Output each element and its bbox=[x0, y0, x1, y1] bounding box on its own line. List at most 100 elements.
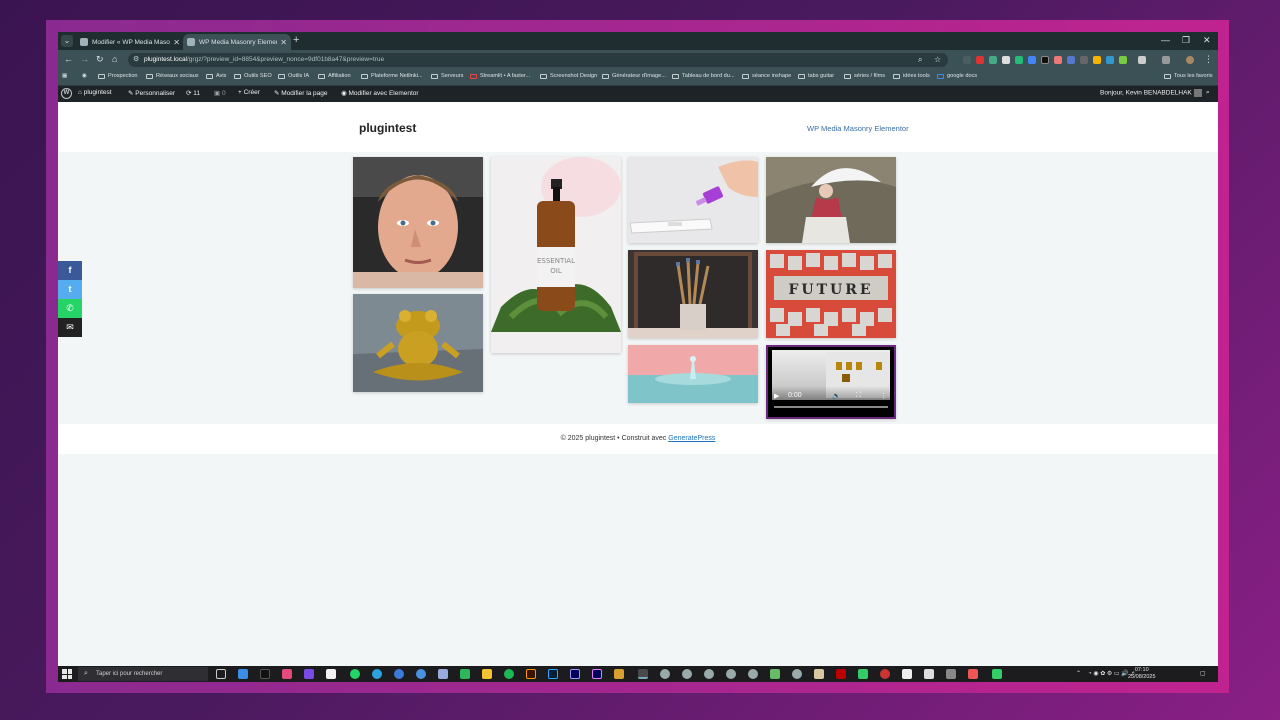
side-panel-icon[interactable] bbox=[1162, 56, 1170, 64]
illustrator-icon[interactable] bbox=[526, 669, 536, 679]
bookmark-link[interactable]: Tableau de bord du... bbox=[672, 73, 735, 79]
address-bar[interactable]: ⚙ plugintest.local/grgz/?preview_id=8854… bbox=[128, 53, 948, 67]
all-favorites-folder[interactable]: Tous les favoris bbox=[1164, 73, 1213, 79]
telegram-icon[interactable] bbox=[372, 669, 382, 679]
taskbar-clock[interactable]: 07:10 25/08/2025 bbox=[1128, 667, 1156, 681]
taskbar-app-icon[interactable] bbox=[438, 669, 448, 679]
bookmark-link[interactable]: google docs bbox=[937, 73, 977, 79]
account-menu[interactable]: Bonjour, Kevin BENABDELHAK bbox=[1100, 89, 1202, 97]
filezilla-icon[interactable] bbox=[836, 669, 846, 679]
extension-icon[interactable] bbox=[1015, 56, 1023, 64]
bookmark-folder[interactable]: Outils IA bbox=[278, 73, 309, 79]
gallery-image-test-hand[interactable] bbox=[628, 157, 758, 243]
task-view-icon[interactable] bbox=[216, 669, 226, 679]
bookmark-link[interactable]: Streamlit • A faster... bbox=[470, 73, 530, 79]
photoshop-icon[interactable] bbox=[548, 669, 558, 679]
profile-avatar-icon[interactable] bbox=[1186, 56, 1194, 64]
comments-link[interactable]: ▣ 0 bbox=[214, 89, 226, 97]
extension-icon[interactable] bbox=[1041, 56, 1049, 64]
video-progress-bar[interactable] bbox=[774, 406, 888, 408]
taskbar-app-icon[interactable] bbox=[992, 669, 1002, 679]
create-link[interactable]: + Créer bbox=[238, 89, 260, 96]
bookmark-folder[interactable]: Réseaux sociaux bbox=[146, 73, 199, 79]
taskbar-app-icon[interactable] bbox=[902, 669, 912, 679]
extension-icon[interactable] bbox=[1119, 56, 1127, 64]
extension-icon[interactable] bbox=[1093, 56, 1101, 64]
tray-chevron-icon[interactable]: ⌃ bbox=[1076, 670, 1081, 677]
taskbar-app-icon[interactable] bbox=[416, 669, 426, 679]
tab-edit-page[interactable]: Modifier « WP Media Masonry ✕ bbox=[76, 34, 184, 50]
close-tab-icon[interactable]: ✕ bbox=[173, 38, 180, 47]
bookmark-folder[interactable]: idées tools bbox=[893, 73, 930, 79]
bookmark-folder[interactable]: séance inshape bbox=[742, 73, 791, 79]
gallery-video-player[interactable]: ▶ 0:00 🔊 ⛶ ⋮ bbox=[766, 345, 896, 419]
volume-icon[interactable]: 🔊 bbox=[832, 392, 841, 400]
taskbar-app-icon[interactable] bbox=[614, 669, 624, 679]
gallery-image-future-tiles[interactable]: FUTURE bbox=[766, 250, 896, 338]
notification-icon[interactable]: ▢ bbox=[1200, 670, 1206, 677]
extension-icon[interactable] bbox=[1028, 56, 1036, 64]
windows-start-icon[interactable] bbox=[62, 669, 72, 679]
site-title[interactable]: plugintest bbox=[359, 121, 416, 135]
taskbar-app-icon[interactable] bbox=[946, 669, 956, 679]
bookmark-link[interactable]: Générateur d'image... bbox=[602, 73, 666, 79]
taskbar-app-icon[interactable] bbox=[858, 669, 868, 679]
close-tab-icon[interactable]: ✕ bbox=[280, 38, 287, 47]
chrome-icon[interactable]: ◉ bbox=[82, 73, 87, 79]
chrome-icon[interactable] bbox=[792, 669, 802, 679]
bookmark-folder[interactable]: Plateforme Netlinki... bbox=[361, 73, 423, 79]
zoom-icon[interactable]: ⌕ bbox=[918, 53, 922, 67]
bookmark-link[interactable]: Screenshot Design bbox=[540, 73, 597, 79]
chrome-icon[interactable] bbox=[704, 669, 714, 679]
whatsapp-icon[interactable] bbox=[350, 669, 360, 679]
chrome-icon[interactable] bbox=[726, 669, 736, 679]
more-options-icon[interactable]: ⋮ bbox=[880, 392, 887, 400]
extension-icon[interactable] bbox=[1002, 56, 1010, 64]
extension-icon[interactable] bbox=[976, 56, 984, 64]
spotify-icon[interactable] bbox=[504, 669, 514, 679]
bookmark-star-icon[interactable]: ☆ bbox=[934, 53, 941, 67]
edit-with-elementor-link[interactable]: ◉ Modifier avec Elementor bbox=[341, 89, 419, 97]
extension-icon[interactable] bbox=[963, 56, 971, 64]
chrome-icon[interactable] bbox=[748, 669, 758, 679]
reload-icon[interactable]: ↻ bbox=[96, 54, 104, 65]
tab-preview-page[interactable]: WP Media Masonry Elementor ✕ bbox=[183, 34, 291, 50]
play-icon[interactable]: ▶ bbox=[774, 392, 779, 400]
extensions-puzzle-icon[interactable] bbox=[1138, 56, 1146, 64]
taskbar-app-icon[interactable] bbox=[394, 669, 404, 679]
search-icon[interactable]: ⌕ bbox=[1206, 89, 1210, 97]
chrome-icon[interactable] bbox=[660, 669, 670, 679]
taskbar-app-icon[interactable] bbox=[238, 669, 248, 679]
premiere-icon[interactable] bbox=[592, 669, 602, 679]
close-window-icon[interactable]: ✕ bbox=[1203, 35, 1211, 46]
forward-icon[interactable]: → bbox=[80, 54, 89, 64]
taskbar-app-icon[interactable] bbox=[460, 669, 470, 679]
gallery-image-essential-oil[interactable]: ESSENTIAL OIL bbox=[491, 157, 621, 353]
taskbar-app-icon[interactable] bbox=[968, 669, 978, 679]
taskbar-app-icon[interactable] bbox=[924, 669, 934, 679]
chrome-icon[interactable] bbox=[682, 669, 692, 679]
gallery-image-golden-frog[interactable] bbox=[353, 294, 483, 392]
bookmark-folder[interactable]: tabs guitar bbox=[798, 73, 834, 79]
taskbar-app-icon[interactable] bbox=[304, 669, 314, 679]
tiktok-icon[interactable] bbox=[260, 669, 270, 679]
whatsapp-share-icon[interactable]: ✆ bbox=[58, 299, 82, 318]
twitter-share-icon[interactable]: t bbox=[58, 280, 82, 299]
taskbar-app-icon[interactable] bbox=[880, 669, 890, 679]
bookmark-folder[interactable]: Avis bbox=[206, 73, 226, 79]
generatepress-link[interactable]: GeneratePress bbox=[668, 435, 715, 442]
home-icon[interactable]: ⌂ bbox=[112, 54, 117, 64]
bookmark-folder[interactable]: Prospection bbox=[98, 73, 138, 79]
facebook-share-icon[interactable]: f bbox=[58, 261, 82, 280]
taskbar-app-icon[interactable] bbox=[814, 669, 824, 679]
nav-menu-item[interactable]: WP Media Masonry Elementor bbox=[807, 124, 909, 133]
site-info-icon[interactable]: ⚙ bbox=[133, 53, 139, 67]
gallery-image-woman-umbrella[interactable] bbox=[766, 157, 896, 243]
minimize-icon[interactable]: — bbox=[1161, 35, 1170, 45]
gallery-image-water-drop[interactable] bbox=[628, 345, 758, 403]
apps-grid-icon[interactable]: ▦ bbox=[62, 73, 67, 79]
file-explorer-icon[interactable] bbox=[482, 669, 492, 679]
updates-link[interactable]: ⟳ 11 bbox=[186, 89, 200, 97]
bookmark-folder[interactable]: Serveurs bbox=[431, 73, 463, 79]
extension-icon[interactable] bbox=[1054, 56, 1062, 64]
